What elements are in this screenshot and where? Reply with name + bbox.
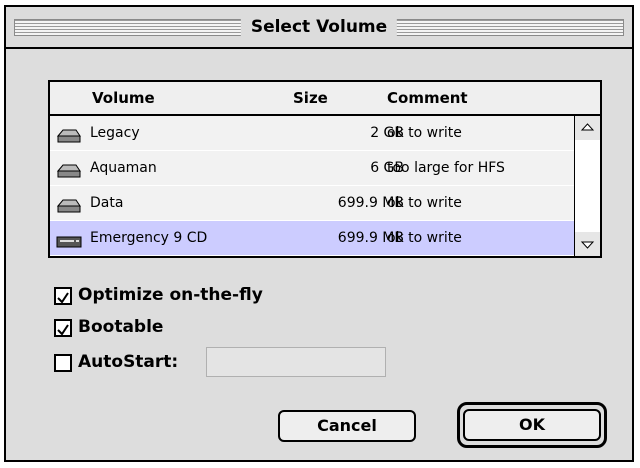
column-header-comment[interactable]: Comment: [387, 89, 468, 107]
hard-disk-icon: [56, 199, 81, 213]
volume-comment: ok to write: [387, 230, 462, 246]
hard-disk-icon: [56, 164, 81, 178]
volume-comment: ok to write: [387, 125, 462, 141]
volume-name: Legacy: [90, 125, 140, 141]
checkbox-label: AutoStart:: [78, 352, 179, 372]
volume-comment: too large for HFS: [387, 160, 505, 176]
volume-list[interactable]: Volume Size Comment Legacy 2 GB ok to wr…: [48, 80, 602, 258]
checkbox-box[interactable]: [54, 287, 72, 305]
column-header-size[interactable]: Size: [293, 89, 328, 107]
volume-row[interactable]: Legacy 2 GB ok to write: [50, 116, 574, 151]
arrow-down-icon: [580, 241, 595, 249]
checkbox-label: Bootable: [78, 317, 164, 337]
volume-name: Data: [90, 195, 124, 211]
column-header-volume[interactable]: Volume: [92, 89, 155, 107]
scroll-up-arrow[interactable]: [575, 116, 600, 140]
volume-comment: ok to write: [387, 195, 462, 211]
cancel-button[interactable]: Cancel: [278, 410, 416, 442]
scroll-down-arrow[interactable]: [575, 232, 600, 256]
cd-drive-icon: [56, 236, 82, 248]
volume-rows: Legacy 2 GB ok to write Aquaman 6 GB too…: [50, 116, 574, 256]
list-scrollbar[interactable]: [574, 116, 600, 256]
checkbox-box[interactable]: [54, 319, 72, 337]
checkbox-box[interactable]: [54, 354, 72, 372]
volume-row[interactable]: Aquaman 6 GB too large for HFS: [50, 151, 574, 186]
ok-button[interactable]: OK: [463, 409, 601, 441]
arrow-up-icon: [580, 123, 595, 131]
checkmark-icon: [57, 292, 69, 304]
volume-row-selected[interactable]: Emergency 9 CD 699.9 MB ok to write: [50, 221, 574, 256]
hard-disk-icon: [56, 129, 81, 143]
list-header: Volume Size Comment: [50, 82, 600, 116]
volume-name: Emergency 9 CD: [90, 230, 208, 246]
title-bar[interactable]: Select Volume: [6, 7, 632, 49]
volume-name: Aquaman: [90, 160, 157, 176]
checkbox-label: Optimize on-the-fly: [78, 285, 263, 305]
autostart-input[interactable]: [206, 347, 386, 377]
volume-row[interactable]: Data 699.9 MB ok to write: [50, 186, 574, 221]
checkmark-icon: [57, 324, 69, 336]
dialog-title: Select Volume: [240, 15, 398, 39]
